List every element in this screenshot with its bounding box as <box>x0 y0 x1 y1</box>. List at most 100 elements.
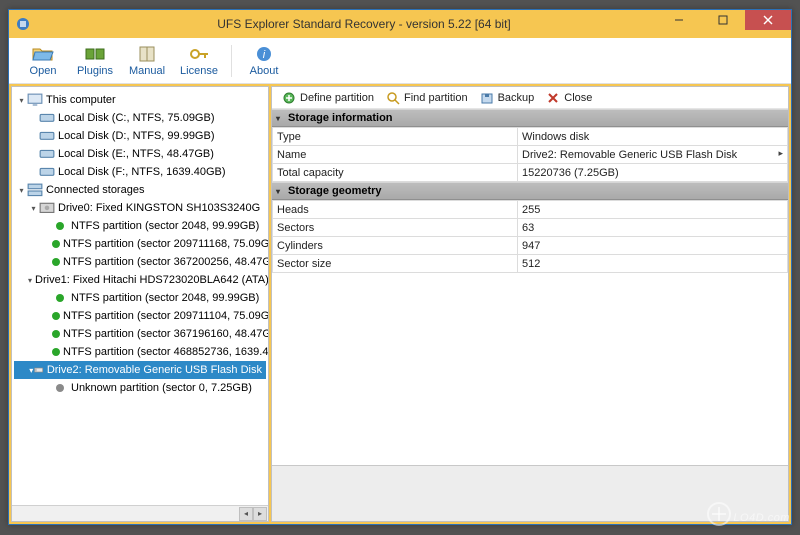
book-icon <box>136 45 158 63</box>
tree-partition[interactable]: NTFS partition (sector 209711168, 75.09G… <box>14 235 266 253</box>
tree-this-computer[interactable]: ▾ This computer <box>14 91 266 109</box>
prop-key: Heads <box>273 201 518 219</box>
prop-key: Name <box>273 146 518 164</box>
titlebar[interactable]: UFS Explorer Standard Recovery - version… <box>9 10 791 38</box>
prop-key: Sector size <box>273 255 518 273</box>
tree-drive1[interactable]: ▾Drive1: Fixed Hitachi HDS723020BLA642 (… <box>14 271 266 289</box>
partition-ok-icon <box>52 346 60 358</box>
storage-geom-table: Heads255 Sectors63 Cylinders947 Sector s… <box>272 200 788 273</box>
define-icon <box>282 91 296 105</box>
storage-info-header[interactable]: ▾Storage information <box>272 109 788 127</box>
partition-unknown-icon <box>52 382 68 394</box>
tree-local-disk[interactable]: Local Disk (C:, NTFS, 75.09GB) <box>14 109 266 127</box>
status-box <box>272 465 788 521</box>
prop-value: 255 <box>518 201 788 219</box>
close-icon <box>546 91 560 105</box>
tree-drive0[interactable]: ▾Drive0: Fixed KINGSTON SH103S3240G <box>14 199 266 217</box>
table-row: Total capacity15220736 (7.25GB) <box>273 164 788 182</box>
license-label: License <box>180 65 218 77</box>
disk-icon <box>39 148 55 160</box>
expand-icon[interactable]: ▾ <box>28 276 32 285</box>
define-partition-button[interactable]: Define partition <box>278 88 378 108</box>
prop-value: 15220736 (7.25GB) <box>518 164 788 182</box>
usb-disk-icon <box>34 364 43 376</box>
tree-partition[interactable]: NTFS partition (sector 2048, 99.99GB) <box>14 289 266 307</box>
prop-value: Windows disk <box>518 128 788 146</box>
more-icon[interactable]: ▸ <box>778 148 783 159</box>
prop-value[interactable]: Drive2: Removable Generic USB Flash Disk… <box>518 146 788 164</box>
expand-icon[interactable]: ▾ <box>28 204 39 213</box>
scroll-left-icon[interactable]: ◂ <box>239 507 253 521</box>
details-empty-area <box>272 273 788 465</box>
computer-icon <box>27 94 43 106</box>
maximize-button[interactable] <box>701 10 745 30</box>
tree-partition-unknown[interactable]: Unknown partition (sector 0, 7.25GB) <box>14 379 266 397</box>
prop-key: Type <box>273 128 518 146</box>
tree-partition[interactable]: NTFS partition (sector 2048, 99.99GB) <box>14 217 266 235</box>
storage-geom-header[interactable]: ▾Storage geometry <box>272 182 788 200</box>
open-button[interactable]: Open <box>17 39 69 83</box>
open-label: Open <box>30 65 57 77</box>
close-button[interactable] <box>745 10 791 30</box>
prop-value: 63 <box>518 219 788 237</box>
expand-icon[interactable]: ▾ <box>16 96 27 105</box>
table-row: Heads255 <box>273 201 788 219</box>
app-icon <box>15 16 31 32</box>
key-icon <box>188 45 210 63</box>
partition-ok-icon <box>52 238 60 250</box>
expand-icon[interactable]: ▾ <box>16 186 27 195</box>
device-tree[interactable]: ▾ This computer Local Disk (C:, NTFS, 75… <box>12 87 268 505</box>
disk-icon <box>39 166 55 178</box>
prop-key: Cylinders <box>273 237 518 255</box>
tree-partition[interactable]: NTFS partition (sector 367200256, 48.47G… <box>14 253 266 271</box>
storages-icon <box>27 184 43 196</box>
partition-ok-icon <box>52 328 60 340</box>
disk-icon <box>39 112 55 124</box>
tree-partition[interactable]: NTFS partition (sector 367196160, 48.47G… <box>14 325 266 343</box>
table-row: Sectors63 <box>273 219 788 237</box>
license-button[interactable]: License <box>173 39 225 83</box>
partition-ok-icon <box>52 256 60 268</box>
prop-key: Total capacity <box>273 164 518 182</box>
backup-button[interactable]: Backup <box>476 88 539 108</box>
scroll-right-icon[interactable]: ▸ <box>253 507 267 521</box>
prop-value: 512 <box>518 255 788 273</box>
tree-local-disk[interactable]: Local Disk (F:, NTFS, 1639.40GB) <box>14 163 266 181</box>
plugins-button[interactable]: Plugins <box>69 39 121 83</box>
tree-panel: ▾ This computer Local Disk (C:, NTFS, 75… <box>11 86 269 522</box>
close-panel-button[interactable]: Close <box>542 88 596 108</box>
plugins-label: Plugins <box>77 65 113 77</box>
manual-button[interactable]: Manual <box>121 39 173 83</box>
tree-local-disk[interactable]: Local Disk (D:, NTFS, 99.99GB) <box>14 127 266 145</box>
window-buttons <box>657 10 791 30</box>
tree-partition[interactable]: NTFS partition (sector 468852736, 1639.4… <box>14 343 266 361</box>
toolbar-separator <box>231 45 232 77</box>
table-row: Cylinders947 <box>273 237 788 255</box>
tree-drive2[interactable]: ▾Drive2: Removable Generic USB Flash Dis… <box>14 361 266 379</box>
partition-ok-icon <box>52 310 60 322</box>
minimize-button[interactable] <box>657 10 701 30</box>
collapse-icon[interactable]: ▾ <box>276 114 288 123</box>
tree-connected-storages[interactable]: ▾ Connected storages <box>14 181 266 199</box>
table-row: TypeWindows disk <box>273 128 788 146</box>
folder-open-icon <box>32 45 54 63</box>
backup-icon <box>480 91 494 105</box>
prop-value: 947 <box>518 237 788 255</box>
partition-ok-icon <box>52 220 68 232</box>
tree-hscrollbar[interactable]: ◂ ▸ <box>12 505 268 521</box>
disk-icon <box>39 130 55 142</box>
storage-info-table: TypeWindows disk NameDrive2: Removable G… <box>272 127 788 182</box>
tree-partition[interactable]: NTFS partition (sector 209711104, 75.09G… <box>14 307 266 325</box>
partition-ok-icon <box>52 292 68 304</box>
search-icon <box>386 91 400 105</box>
main-area: ▾ This computer Local Disk (C:, NTFS, 75… <box>9 84 791 524</box>
about-button[interactable]: i About <box>238 39 290 83</box>
scroll-track[interactable] <box>13 507 239 521</box>
prop-key: Sectors <box>273 219 518 237</box>
tree-local-disk[interactable]: Local Disk (E:, NTFS, 48.47GB) <box>14 145 266 163</box>
find-partition-button[interactable]: Find partition <box>382 88 472 108</box>
app-window: UFS Explorer Standard Recovery - version… <box>8 9 792 525</box>
plugins-icon <box>84 45 106 63</box>
collapse-icon[interactable]: ▾ <box>276 187 288 196</box>
table-row: Sector size512 <box>273 255 788 273</box>
